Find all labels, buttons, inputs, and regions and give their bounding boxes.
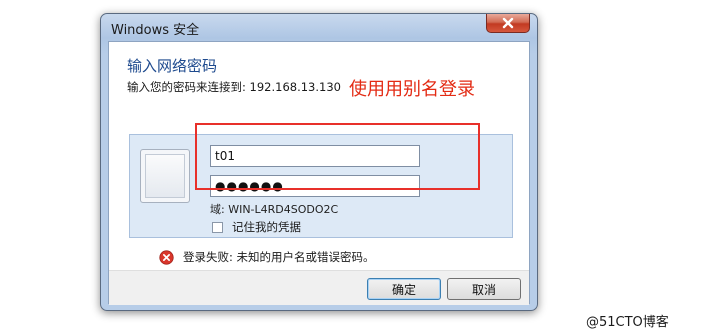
- window-title: Windows 安全: [111, 23, 200, 38]
- domain-label: 域: WIN-L4RD4SODO2C: [210, 203, 339, 216]
- close-icon: [502, 17, 514, 29]
- remember-credentials-option[interactable]: 记住我的凭据: [212, 219, 301, 235]
- close-button[interactable]: [486, 14, 530, 33]
- user-tile-icon: [140, 149, 190, 203]
- dialog-heading: 输入网络密码: [127, 57, 218, 75]
- remember-label: 记住我的凭据: [232, 220, 301, 234]
- highlight-box: [195, 123, 480, 190]
- button-bar: 确定 取消: [109, 270, 529, 305]
- error-message-row: 登录失败: 未知的用户名或错误密码。: [159, 249, 375, 265]
- error-icon: [159, 249, 174, 265]
- cancel-button[interactable]: 取消: [447, 278, 521, 300]
- watermark: @51CTO博客: [586, 315, 669, 330]
- error-message: 登录失败: 未知的用户名或错误密码。: [183, 250, 375, 264]
- annotation-label: 使用用别名登录: [349, 79, 475, 100]
- remember-checkbox[interactable]: [212, 221, 223, 233]
- dialog-subtext: 输入您的密码来连接到: 192.168.13.130: [127, 80, 341, 94]
- ok-button[interactable]: 确定: [367, 278, 441, 300]
